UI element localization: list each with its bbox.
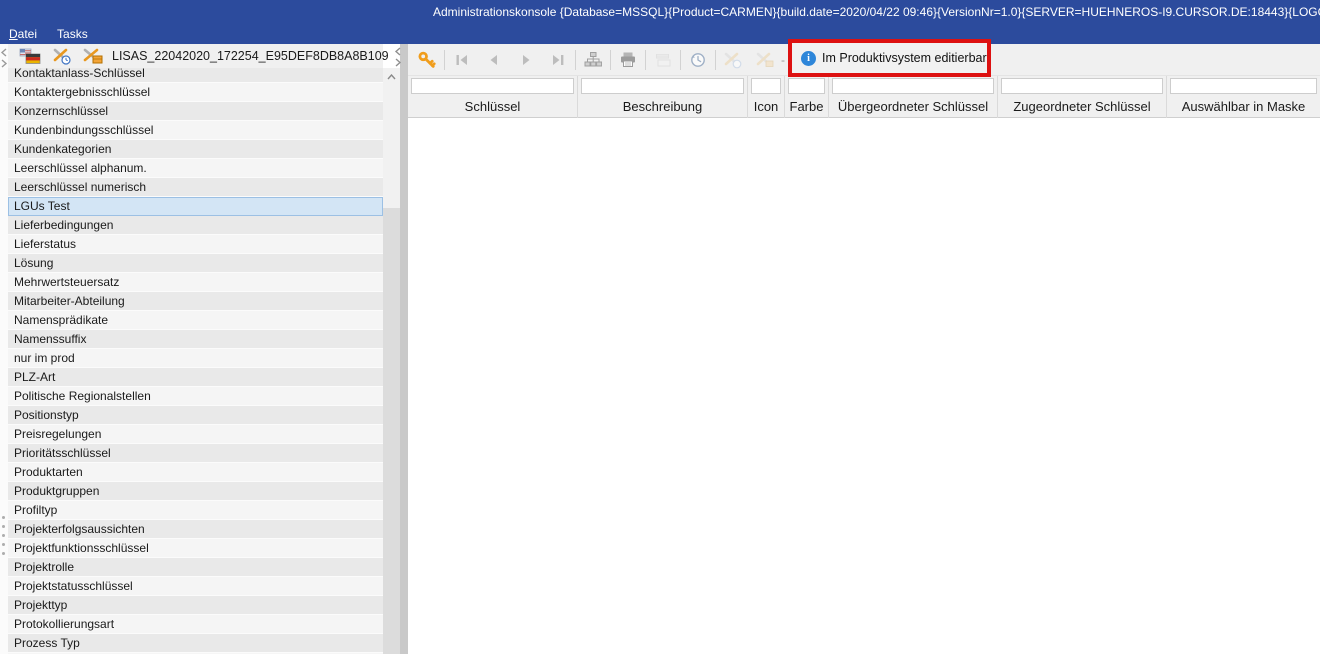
list-item[interactable]: PLZ-Art [8, 368, 383, 387]
list-item[interactable]: Kundenbindungsschlüssel [8, 121, 383, 140]
list-item[interactable]: Kundenkategorien [8, 140, 383, 159]
column-header-label[interactable]: Schlüssel [408, 95, 577, 118]
column-header-label[interactable]: Auswählbar in Maske [1167, 95, 1320, 118]
list-item[interactable]: Prioritätsschlüssel [8, 444, 383, 463]
grid-body[interactable] [408, 118, 1320, 654]
list-item[interactable]: Mitarbeiter-Abteilung [8, 292, 383, 311]
annotation-label[interactable]: Im Produktivsystem editierbar [822, 51, 987, 65]
list-item[interactable]: Leerschlüssel numerisch [8, 178, 383, 197]
list-item[interactable]: Profiltyp [8, 501, 383, 520]
scroll-up-icon[interactable] [383, 68, 400, 85]
left-gutter [0, 44, 8, 654]
previous-record-icon[interactable] [482, 48, 506, 72]
scroll-left-icon[interactable] [393, 46, 401, 57]
menu-bar: Datei Tasks [0, 24, 1320, 44]
list-item[interactable]: Projektrolle [8, 558, 383, 577]
key-icon[interactable] [415, 48, 439, 72]
column-header-label[interactable]: Übergeordneter Schlüssel [829, 95, 997, 118]
grid-column: Schlüssel [408, 76, 578, 118]
splitter-grip[interactable] [2, 516, 5, 561]
column-filter-input[interactable] [1001, 78, 1163, 94]
list-item[interactable]: Protokollierungsart [8, 615, 383, 634]
grid-column: Auswählbar in Maske [1167, 76, 1320, 118]
tools-clock-icon [52, 47, 72, 65]
column-header-label[interactable]: Beschreibung [578, 95, 747, 118]
list-item[interactable]: nur im prod [8, 349, 383, 368]
list-item[interactable]: Namenssuffix [8, 330, 383, 349]
column-header-label[interactable]: Icon [748, 95, 784, 118]
info-icon: i [801, 51, 816, 66]
list-item[interactable]: Konzernschlüssel [8, 102, 383, 121]
list-item[interactable]: Projekttyp [8, 596, 383, 615]
grid-column: Icon [748, 76, 785, 118]
tab-scroll-chevrons[interactable] [393, 46, 401, 68]
list-item[interactable]: Prozess Typ [8, 634, 383, 653]
first-record-icon[interactable] [450, 48, 474, 72]
window-title: Administrationskonsole {Database=MSSQL}{… [433, 5, 1320, 19]
key-list: Kontaktanlass-SchlüsselKontaktergebnissc… [8, 68, 383, 653]
column-filter-input[interactable] [832, 78, 994, 94]
list-item[interactable]: Kontaktergebnisschlüssel [8, 83, 383, 102]
list-item[interactable]: Namensprädikate [8, 311, 383, 330]
grid-column: Übergeordneter Schlüssel [829, 76, 998, 118]
scroll-right-icon[interactable] [0, 58, 8, 69]
title-bar: Administrationskonsole {Database=MSSQL}{… [0, 0, 1320, 24]
list-item[interactable]: Lösung [8, 254, 383, 273]
tools-clock-icon[interactable] [721, 48, 745, 72]
grid-column: Zugeordneter Schlüssel [998, 76, 1167, 118]
grid-column: Farbe [785, 76, 829, 118]
list-item[interactable]: Positionstyp [8, 406, 383, 425]
list-item[interactable]: Produktarten [8, 463, 383, 482]
column-filter-input[interactable] [581, 78, 744, 94]
list-item[interactable]: Lieferstatus [8, 235, 383, 254]
list-item[interactable]: LGUs Test [8, 197, 383, 216]
flags-language-icon [18, 48, 42, 65]
column-header-label[interactable]: Zugeordneter Schlüssel [998, 95, 1166, 118]
panel-splitter[interactable] [400, 44, 408, 654]
column-filter-input[interactable] [788, 78, 825, 94]
list-item[interactable]: Lieferbedingungen [8, 216, 383, 235]
history-icon[interactable] [686, 48, 710, 72]
report-icon[interactable] [651, 48, 675, 72]
tools-box-icon [82, 47, 104, 65]
list-item[interactable]: Kontaktanlass-Schlüssel [8, 68, 383, 83]
menu-item-tasks[interactable]: Tasks [47, 25, 98, 43]
grid-column: Beschreibung [578, 76, 748, 118]
column-filter-input[interactable] [1170, 78, 1317, 94]
scroll-left-icon[interactable] [0, 47, 8, 58]
menu-item-datei[interactable]: Datei [0, 25, 47, 43]
grid-header: SchlüsselBeschreibungIconFarbeÜbergeordn… [408, 76, 1320, 118]
list-scrollbar[interactable] [383, 68, 400, 654]
list-item[interactable]: Projektstatusschlüssel [8, 577, 383, 596]
left-panel-tab[interactable]: LISAS_22042020_172254_E95DEF8DB8A8B109 [8, 44, 383, 68]
tools-icon[interactable] [753, 48, 777, 72]
column-filter-input[interactable] [411, 78, 574, 94]
last-record-icon[interactable] [546, 48, 570, 72]
scrollbar-thumb[interactable] [383, 208, 400, 654]
list-item[interactable]: Projektfunktionsschlüssel [8, 539, 383, 558]
list-item[interactable]: Mehrwertsteuersatz [8, 273, 383, 292]
list-item[interactable]: Produktgruppen [8, 482, 383, 501]
scroll-right-icon[interactable] [393, 57, 401, 68]
main-area: - SchlüsselBeschreibungIconFarbeÜbergeor… [408, 44, 1320, 654]
hierarchy-icon[interactable] [581, 48, 605, 72]
column-header-label[interactable]: Farbe [785, 95, 828, 118]
list-item[interactable]: Preisregelungen [8, 425, 383, 444]
next-record-icon[interactable] [514, 48, 538, 72]
print-icon[interactable] [616, 48, 640, 72]
key-list-panel: Kontaktanlass-SchlüsselKontaktergebnissc… [8, 68, 383, 654]
annotation-highlight-box: i Im Produktivsystem editierbar [788, 39, 991, 77]
tab-title: LISAS_22042020_172254_E95DEF8DB8A8B109 [112, 49, 389, 63]
column-filter-input[interactable] [751, 78, 781, 94]
list-item[interactable]: Projekterfolgsaussichten [8, 520, 383, 539]
list-item[interactable]: Leerschlüssel alphanum. [8, 159, 383, 178]
list-item[interactable]: Politische Regionalstellen [8, 387, 383, 406]
